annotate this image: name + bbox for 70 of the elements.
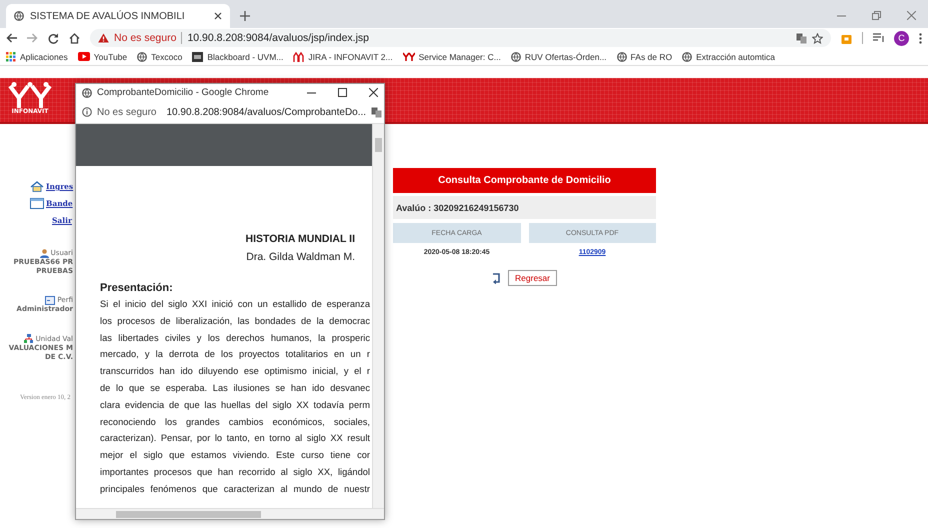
globe-icon (616, 52, 627, 62)
paragraph-line: principales fenómenos que caracterizan al mundo de nuestr (100, 482, 370, 496)
window-icon (30, 198, 44, 209)
globe-icon (682, 52, 692, 62)
id-card-icon (45, 296, 56, 305)
translate-icon[interactable] (371, 106, 382, 118)
globe-icon (510, 52, 521, 62)
security-label: No es seguro (97, 106, 156, 118)
translate-icon[interactable] (796, 32, 807, 44)
browser-tab[interactable]: SISTEMA DE AVALÚOS INMOBILI (6, 4, 230, 28)
horizontal-scrollbar[interactable] (76, 508, 384, 519)
back-button[interactable]: Regresar (508, 270, 557, 286)
home-icon[interactable] (69, 32, 80, 44)
paragraph-line: Si el inicio del siglo XXI inició con un estallido de esperanza (100, 298, 370, 311)
vertical-scrollbar[interactable] (372, 124, 384, 508)
paragraph-line: de lo que se esperaba. Las ilusiones se han ido desvanec (100, 382, 370, 395)
paragraph-line: las libertades civiles y los derechos humanos, la prosperic (100, 332, 370, 345)
bookmark[interactable]: JIRA - INFONAVIT 2... (293, 51, 393, 62)
warning-icon (98, 33, 109, 43)
figures-icon (293, 51, 304, 62)
figures-icon (402, 52, 415, 61)
panel-title: Consulta Comprobante de Domicilio (393, 168, 656, 193)
close-icon[interactable] (214, 12, 222, 20)
playlist-icon[interactable] (873, 33, 884, 43)
avaluo-label: Avalúo : 30209216249156730 (393, 196, 656, 219)
paragraph-line: caracterizan). Pensar, por lo tanto, en torno al siglo XX result (100, 432, 370, 446)
globe-icon (137, 52, 148, 62)
info-icon (82, 107, 92, 117)
profile-avatar[interactable]: C (894, 30, 909, 46)
logo-drawing (8, 82, 52, 108)
paragraph-line: importantes procesos que han recorrido al siglo XX, ligándol (100, 466, 370, 479)
url-text: 10.90.8.208:9084/avaluos/ComprobanteDo... (166, 106, 366, 118)
star-icon[interactable] (812, 32, 823, 44)
window-title: ComprobanteDomicilio - Google Chrome (97, 87, 270, 98)
bookmark[interactable]: Aplicaciones (6, 52, 68, 62)
house-icon (30, 181, 44, 192)
bookmark[interactable]: YouTube (78, 52, 128, 62)
square-logo-icon (192, 52, 204, 62)
reload-icon[interactable] (48, 32, 59, 44)
bookmark[interactable]: Blackboard - UVM... (192, 52, 284, 62)
bookmark[interactable]: Texcoco (137, 52, 182, 62)
video-play-icon (78, 52, 90, 61)
return-icon (492, 272, 502, 284)
paragraph-line: clara evidencia de que las huellas del siglo XX todavía perm (100, 398, 370, 412)
bookmark[interactable]: Service Manager: C... (402, 52, 501, 62)
apps-grid-icon (6, 52, 16, 62)
paragraph-line: transcurridos han ido diluyendo ese optimismo inicial, y el r (100, 365, 370, 378)
globe-icon (14, 11, 24, 21)
bookmark[interactable]: RUV Ofertas-Órden... (510, 52, 607, 62)
close-icon[interactable] (369, 88, 378, 97)
paragraph-line: los procesos de liberalización, las bondades de la democrac (100, 314, 370, 328)
url-text: 10.90.8.208:9084/avaluos/jsp/index.jsp (187, 32, 370, 44)
address-bar[interactable]: No es seguro 10.90.8.208:9084/avaluos/jsp/index.jsp (90, 29, 831, 47)
bookmark[interactable]: Extracción automtica (682, 52, 776, 62)
back-icon[interactable] (6, 33, 17, 43)
paragraph-line: mercado, y la derrota de los proyectos totalitarios en un r (100, 348, 370, 362)
restore-icon[interactable] (872, 11, 881, 20)
document-title: HISTORIA MUNDIAL II (246, 232, 355, 247)
section-heading: Presentación: (100, 281, 174, 296)
more-icon[interactable] (919, 32, 922, 44)
user-icon (40, 249, 49, 258)
paragraph-line: mejor el siglo que estamos viviendo. Este curso tiene cor (100, 449, 370, 462)
org-chart-icon (24, 334, 34, 344)
paragraph-line: reconociendo los grandes cambios económicos, sociales, (100, 416, 370, 429)
document-author: Dra. Gilda Waldman M. (246, 250, 355, 265)
globe-icon (82, 88, 92, 98)
security-label: No es seguro (114, 32, 176, 44)
bookmark[interactable]: FAs de RO (616, 52, 672, 62)
new-tab-icon[interactable] (240, 11, 250, 21)
maximize-icon[interactable] (338, 88, 347, 97)
